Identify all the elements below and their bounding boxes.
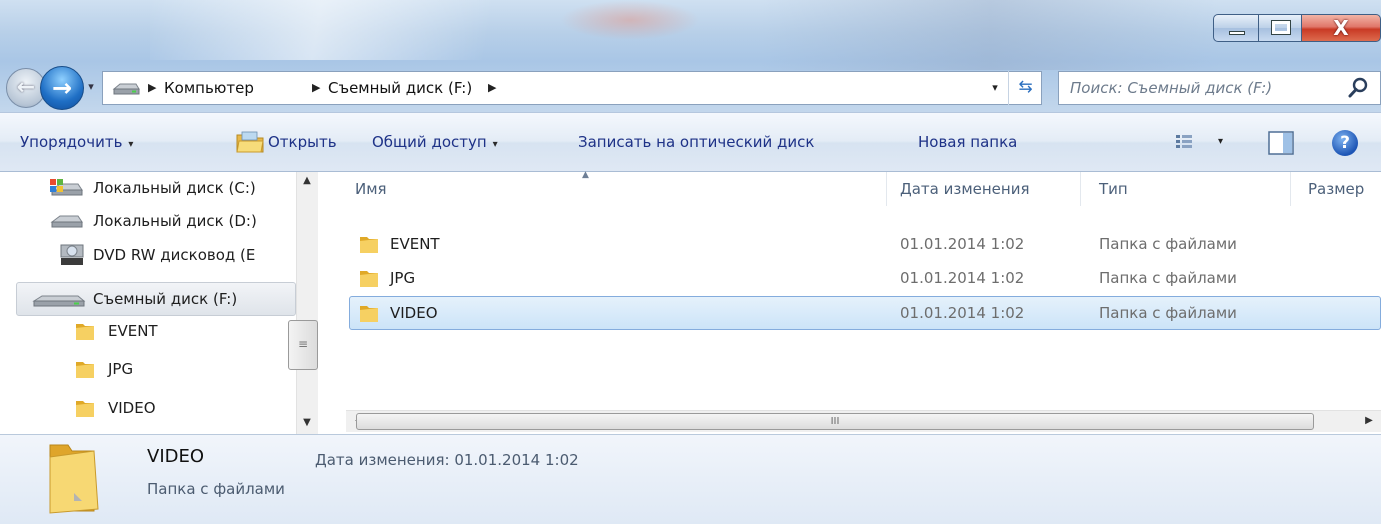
file-type: Папка с файлами <box>1099 235 1237 253</box>
scroll-right-button[interactable]: ▶ <box>1360 410 1378 432</box>
new-folder-button[interactable]: Новая папка <box>918 112 1017 172</box>
breadcrumb-computer[interactable]: Компьютер <box>164 72 254 104</box>
file-date: 01.01.2014 1:02 <box>900 304 1025 322</box>
glass-decoration <box>150 0 570 60</box>
preview-pane-icon[interactable] <box>1268 131 1294 155</box>
column-header-size[interactable]: Размер <box>1308 172 1364 206</box>
recent-pages-button[interactable]: ▾ <box>84 80 98 94</box>
nav-item-folder-jpg[interactable]: JPG <box>108 353 133 385</box>
hard-drive-icon <box>50 215 83 228</box>
minimize-button[interactable] <box>1213 14 1259 42</box>
nav-item-folder-video[interactable]: VIDEO <box>108 392 156 424</box>
nav-item-dvd-drive[interactable]: DVD RW дисковод (E <box>93 239 255 271</box>
views-icon[interactable] <box>1175 133 1193 151</box>
address-dropdown-button[interactable]: ▾ <box>985 72 1005 104</box>
sort-ascending-icon: ▲ <box>582 170 589 180</box>
details-item-type: Папка с файлами <box>147 480 285 498</box>
organize-button[interactable]: Упорядочить ▾ <box>20 112 133 172</box>
breadcrumb-separator[interactable]: ▶ <box>488 72 496 104</box>
dvd-drive-icon <box>60 244 84 265</box>
file-name-event[interactable]: EVENT <box>390 227 440 261</box>
nav-item-local-disk-d[interactable]: Локальный диск (D:) <box>93 205 257 237</box>
share-button[interactable]: Общий доступ ▾ <box>372 112 498 172</box>
file-type: Папка с файлами <box>1099 304 1237 322</box>
column-header-name[interactable]: Имя <box>355 172 387 206</box>
column-divider[interactable] <box>1080 172 1081 206</box>
folder-icon <box>360 271 378 287</box>
search-placeholder: Поиск: Съемный диск (F:) <box>1070 79 1273 97</box>
maximize-button[interactable] <box>1258 14 1302 42</box>
file-name-video[interactable]: VIDEO <box>390 296 438 330</box>
folder-icon <box>76 401 94 417</box>
folder-icon <box>76 362 94 378</box>
open-button[interactable]: Открыть <box>268 112 337 172</box>
folder-icon <box>360 306 378 322</box>
column-header-type[interactable]: Тип <box>1099 172 1128 206</box>
column-divider[interactable] <box>886 172 887 206</box>
details-pane <box>0 434 1381 524</box>
file-type: Папка с файлами <box>1099 269 1237 287</box>
nav-item-folder-event[interactable]: EVENT <box>108 315 158 347</box>
large-folder-icon <box>49 444 99 514</box>
details-modified-date: Дата изменения: 01.01.2014 1:02 <box>315 451 579 469</box>
system-drive-icon <box>50 179 83 196</box>
scroll-up-button[interactable]: ▲ <box>296 172 318 190</box>
views-dropdown-button[interactable]: ▾ <box>1218 112 1223 172</box>
file-date: 01.01.2014 1:02 <box>900 235 1025 253</box>
breadcrumb-removable-drive[interactable]: Съемный диск (F:) <box>328 72 472 104</box>
forward-arrow-icon: → <box>51 74 73 102</box>
file-name-jpg[interactable]: JPG <box>390 261 415 295</box>
burn-disc-button[interactable]: Записать на оптический диск <box>578 112 814 172</box>
minimize-icon <box>1229 31 1245 35</box>
close-icon: X <box>1333 16 1349 40</box>
folder-icon <box>76 324 94 340</box>
forward-button[interactable]: → <box>40 66 84 110</box>
scroll-down-button[interactable]: ▼ <box>296 414 318 432</box>
chevron-down-icon: ▾ <box>128 139 134 150</box>
help-icon[interactable]: ? <box>1332 130 1358 156</box>
column-header-date[interactable]: Дата изменения <box>900 172 1030 206</box>
breadcrumb-separator[interactable]: ▶ <box>312 72 320 104</box>
removable-drive-icon <box>112 83 140 95</box>
column-divider[interactable] <box>1290 172 1291 206</box>
scroll-grip-icon: ≡ <box>297 337 309 351</box>
search-icon[interactable] <box>1347 76 1371 100</box>
nav-item-local-disk-c[interactable]: Локальный диск (C:) <box>93 172 256 204</box>
nav-item-removable-drive[interactable]: Съемный диск (F:) <box>93 283 237 315</box>
scroll-grip-icon: III <box>830 416 840 427</box>
removable-drive-icon <box>32 295 86 307</box>
breadcrumb-separator[interactable]: ▶ <box>148 72 156 104</box>
glass-decoration <box>560 0 700 40</box>
open-folder-icon <box>236 131 264 153</box>
details-item-name: VIDEO <box>147 446 205 467</box>
chevron-down-icon: ▾ <box>492 139 498 150</box>
maximize-icon <box>1271 20 1291 35</box>
close-button[interactable]: X <box>1301 14 1381 42</box>
glass-decoration <box>760 0 1220 70</box>
nav-scrollbar[interactable] <box>296 172 318 434</box>
folder-icon <box>360 237 378 253</box>
file-date: 01.01.2014 1:02 <box>900 269 1025 287</box>
refresh-button[interactable]: ⇆ <box>1008 71 1042 105</box>
